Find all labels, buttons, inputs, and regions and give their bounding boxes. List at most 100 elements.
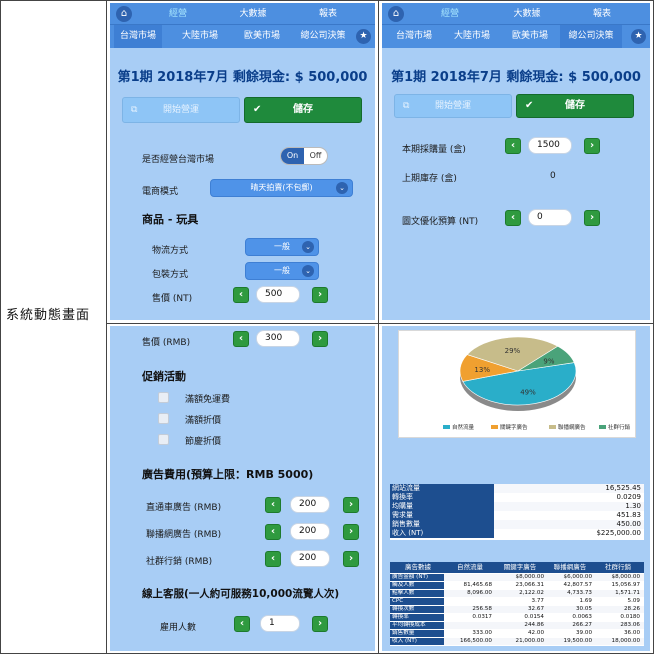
- market-tabs: 台灣市場 大陸市場 歐美市場 總公司決策 ★: [110, 25, 375, 48]
- graphic-increment-button[interactable]: ›: [584, 210, 600, 226]
- nav-tab-operations[interactable]: 經營: [158, 3, 198, 25]
- ads-table-row: 銷售數量 333.00 42.00 39.00 36.00: [390, 630, 644, 637]
- staff-count-input[interactable]: 1: [260, 615, 300, 632]
- purchase-input[interactable]: 1500: [528, 137, 572, 154]
- panel-bigdata: 49% 13% 29% 9% 自然流量 關鍵字廣告 聯播網廣告 社群行銷 網站流量 16,525…: [382, 326, 650, 651]
- ads-table-row: 轉換率 0.0317 0.0154 0.0063 0.0180: [390, 614, 644, 621]
- ads-cell: 256.58: [472, 606, 492, 612]
- discount-checkbox[interactable]: [158, 413, 169, 424]
- packaging-value: 一般: [274, 266, 290, 275]
- free-shipping-checkbox[interactable]: [158, 392, 169, 403]
- page-title: 第1期 2018年7月 剩餘現金: $ 500,000: [391, 70, 641, 85]
- chevron-down-icon: ⌄: [302, 265, 314, 277]
- ad-increment-button[interactable]: ›: [343, 524, 359, 540]
- ad-input[interactable]: 200: [290, 523, 330, 540]
- price-rmb-input[interactable]: 300: [256, 330, 300, 347]
- ads-cell: $6,000.00: [563, 574, 592, 580]
- start-operation-button[interactable]: ⧉ 開始營運: [122, 97, 240, 123]
- stat-value: 0.0209: [616, 493, 642, 501]
- toggle-on[interactable]: On: [281, 148, 304, 164]
- traffic-pie-chart: 49% 13% 29% 9% 自然流量 關鍵字廣告 聯播網廣告 社群行銷: [398, 330, 636, 438]
- nav-tab-bigdata[interactable]: 大數據: [502, 3, 552, 25]
- logistics-select[interactable]: 一般 ⌄: [245, 238, 319, 256]
- ads-cell: 30.05: [575, 606, 592, 612]
- tab-west-market[interactable]: 歐美市場: [238, 25, 286, 48]
- ads-cell: 28.26: [623, 606, 640, 612]
- ad-decrement-button[interactable]: ‹: [265, 497, 281, 513]
- ad-budget-title: 廣告費用(預算上限：RMB 5000): [142, 468, 314, 481]
- nav-tab-reports[interactable]: 報表: [308, 3, 348, 25]
- ads-row-label: 廣告金額 (NT): [390, 574, 444, 581]
- free-shipping-label: 滿額免運費: [185, 395, 231, 405]
- legend-swatch: [549, 425, 556, 429]
- ads-cell: $8,000.00: [515, 574, 544, 580]
- price-rmb-decrement-button[interactable]: ‹: [233, 331, 249, 347]
- ads-table-row: 點擊人數 8,096.00 2,122.02 4,733.73 1,571.71: [390, 590, 644, 597]
- ads-cell: 283.06: [620, 622, 640, 628]
- ads-cell: 266.27: [572, 622, 592, 628]
- stat-key: 轉換率: [390, 493, 494, 502]
- star-icon[interactable]: ★: [631, 29, 646, 44]
- ad-decrement-button[interactable]: ‹: [265, 524, 281, 540]
- nav-tab-reports[interactable]: 報表: [582, 3, 622, 25]
- nav-tab-bigdata[interactable]: 大數據: [228, 3, 278, 25]
- ads-cell: 32.67: [527, 606, 544, 612]
- promotion-title: 促銷活動: [142, 370, 186, 383]
- tab-china-market[interactable]: 大陸市場: [448, 25, 496, 48]
- ecommerce-mode-select[interactable]: 晴天拍賣(不包郵) ⌄: [210, 179, 353, 197]
- ads-table-row: 平均轉換成本 244.86 266.27 283.06: [390, 622, 644, 629]
- save-button[interactable]: ✔ 儲存: [244, 97, 362, 123]
- ad-input[interactable]: 200: [290, 550, 330, 567]
- tab-taiwan-market[interactable]: 台灣市場: [390, 25, 438, 48]
- festival-discount-checkbox[interactable]: [158, 434, 169, 445]
- stat-row: 收入 (NT) $225,000.00: [390, 529, 644, 538]
- ad-label: 社群行銷 (RMB): [146, 557, 213, 567]
- nav-tab-operations[interactable]: 經營: [430, 3, 470, 25]
- ad-increment-button[interactable]: ›: [343, 497, 359, 513]
- home-icon[interactable]: ⌂: [116, 6, 132, 22]
- pie-slice-label: 29%: [505, 347, 521, 355]
- ads-cell: 21,000.00: [515, 638, 544, 644]
- tab-west-market[interactable]: 歐美市場: [506, 25, 554, 48]
- stat-value: 1.30: [625, 502, 641, 510]
- ad-increment-button[interactable]: ›: [343, 551, 359, 567]
- staff-increment-button[interactable]: ›: [312, 616, 328, 632]
- star-icon[interactable]: ★: [356, 29, 371, 44]
- price-decrement-button[interactable]: ‹: [233, 287, 249, 303]
- price-rmb-increment-button[interactable]: ›: [312, 331, 328, 347]
- stat-value: $225,000.00: [596, 529, 641, 537]
- ads-cell: 8,096.00: [467, 590, 492, 596]
- staff-decrement-button[interactable]: ‹: [234, 616, 250, 632]
- ads-header-cell: 廣告數據: [405, 563, 431, 571]
- tab-china-market[interactable]: 大陸市場: [176, 25, 224, 48]
- ads-cell: 0.0180: [620, 614, 640, 620]
- stat-key: 銷售數量: [390, 520, 494, 529]
- toggle-off[interactable]: Off: [304, 148, 327, 164]
- logistics-value: 一般: [274, 242, 290, 251]
- price-label: 售價 (NT): [152, 294, 193, 304]
- legend-swatch: [491, 425, 498, 429]
- price-increment-button[interactable]: ›: [312, 287, 328, 303]
- legend-label: 聯播網廣告: [558, 423, 586, 431]
- chevron-down-icon: ⌄: [302, 241, 314, 253]
- tab-taiwan-market[interactable]: 台灣市場: [114, 25, 162, 48]
- purchase-increment-button[interactable]: ›: [584, 138, 600, 154]
- packaging-select[interactable]: 一般 ⌄: [245, 262, 319, 280]
- ad-decrement-button[interactable]: ‹: [265, 551, 281, 567]
- graphic-budget-input[interactable]: 0: [528, 209, 572, 226]
- ads-cell: 23,066.31: [515, 582, 544, 588]
- ad-input[interactable]: 200: [290, 496, 330, 513]
- purchase-decrement-button[interactable]: ‹: [505, 138, 521, 154]
- ads-cell: 15,056.97: [611, 582, 640, 588]
- taiwan-market-toggle[interactable]: On Off: [280, 147, 328, 165]
- home-icon[interactable]: ⌂: [388, 6, 404, 22]
- start-operation-button[interactable]: ⧉ 開始營運: [394, 94, 512, 118]
- save-button[interactable]: ✔ 儲存: [516, 94, 634, 118]
- price-input[interactable]: 500: [256, 286, 300, 303]
- tab-hq-decisions[interactable]: 總公司決策: [560, 25, 622, 48]
- graphic-decrement-button[interactable]: ‹: [505, 210, 521, 226]
- pie-slice-label: 9%: [543, 357, 554, 365]
- tab-hq-decisions[interactable]: 總公司決策: [294, 25, 352, 48]
- table-divider: [106, 0, 107, 654]
- purchase-quantity-label: 本期採購量 (盒): [402, 145, 466, 155]
